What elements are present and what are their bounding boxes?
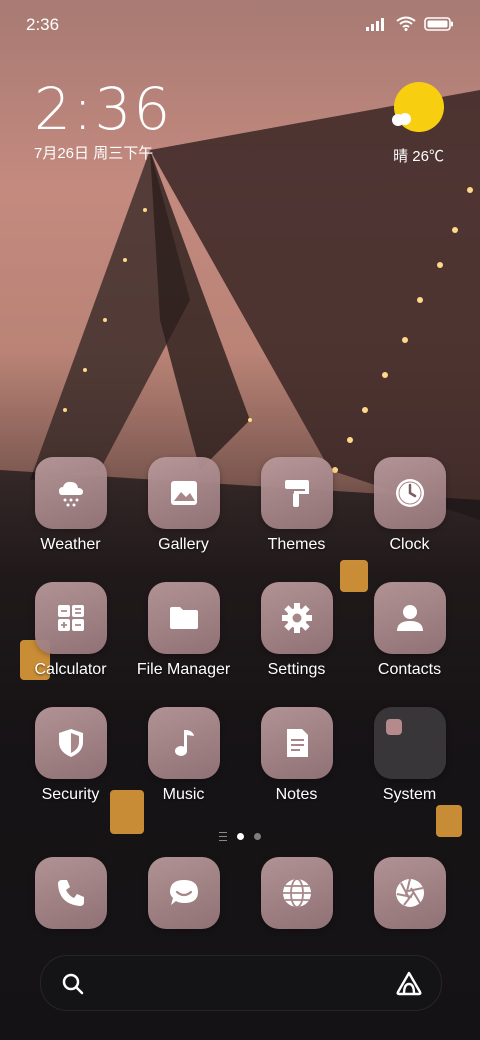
weather-icon <box>34 457 107 529</box>
dock-browser[interactable] <box>240 857 353 929</box>
app-file-manager[interactable]: File Manager <box>127 582 240 679</box>
app-label: Clock <box>389 536 430 553</box>
page-dot-active <box>237 832 244 840</box>
clock-icon <box>373 457 446 529</box>
themes-icon <box>260 457 333 529</box>
signal-icon <box>366 17 384 31</box>
status-icons <box>366 16 454 31</box>
app-label: Themes <box>267 536 326 553</box>
music-note-icon <box>147 707 220 779</box>
search-icon <box>62 973 84 995</box>
notes-icon <box>260 707 333 779</box>
weather-text: 晴 26℃ <box>393 148 444 165</box>
assistant-icon[interactable] <box>395 970 423 996</box>
app-contacts[interactable]: Contacts <box>353 582 466 679</box>
wifi-icon <box>396 16 416 31</box>
app-clock[interactable]: Clock <box>353 457 466 554</box>
page-indicator[interactable] <box>200 829 280 843</box>
app-label: File Manager <box>136 661 231 678</box>
folder-icon <box>147 582 220 654</box>
app-settings[interactable]: Settings <box>240 582 353 679</box>
app-weather[interactable]: Weather <box>14 457 127 554</box>
page-list-icon <box>219 831 227 841</box>
app-label: Security <box>41 786 100 803</box>
weather-widget[interactable]: 晴 26℃ <box>354 82 444 172</box>
status-time: 2:36 <box>26 15 60 34</box>
battery-icon <box>424 16 453 31</box>
search-bar[interactable] <box>40 955 442 1011</box>
clock-widget[interactable]: 2:36 7月26日 周三下午 <box>34 78 172 163</box>
app-system-folder[interactable]: System <box>353 707 466 804</box>
app-notes[interactable]: Notes <box>240 707 353 804</box>
browser-icon <box>260 857 333 929</box>
app-label: Weather <box>40 536 101 553</box>
app-label: Contacts <box>377 661 442 678</box>
clock-date: 7月26日 周三下午 <box>34 145 154 162</box>
cloud-icon <box>392 113 411 126</box>
app-label: Calculator <box>34 661 107 678</box>
folder-preview-icon <box>385 719 402 735</box>
gear-icon <box>260 582 333 654</box>
app-label: Music <box>162 786 205 803</box>
app-label: Notes <box>275 786 318 803</box>
status-bar: 2:36 <box>0 0 480 50</box>
shield-icon <box>34 707 107 779</box>
app-label: Gallery <box>158 536 209 553</box>
contacts-icon <box>373 582 446 654</box>
dock-camera[interactable] <box>353 857 466 929</box>
gallery-icon <box>147 457 220 529</box>
camera-icon <box>373 857 446 929</box>
clock-time: 2:36 <box>34 75 173 143</box>
app-label: Settings <box>267 661 326 678</box>
page-dot <box>254 832 261 840</box>
system-folder-icon <box>373 707 446 779</box>
app-calculator[interactable]: Calculator <box>14 582 127 679</box>
messages-icon <box>147 857 220 929</box>
app-music[interactable]: Music <box>127 707 240 804</box>
app-themes[interactable]: Themes <box>240 457 353 554</box>
dock-messages[interactable] <box>127 857 240 929</box>
app-gallery[interactable]: Gallery <box>127 457 240 554</box>
app-label: System <box>382 786 437 803</box>
calculator-icon <box>34 582 107 654</box>
phone-icon <box>34 857 107 929</box>
app-security[interactable]: Security <box>14 707 127 804</box>
dock-phone[interactable] <box>14 857 127 929</box>
